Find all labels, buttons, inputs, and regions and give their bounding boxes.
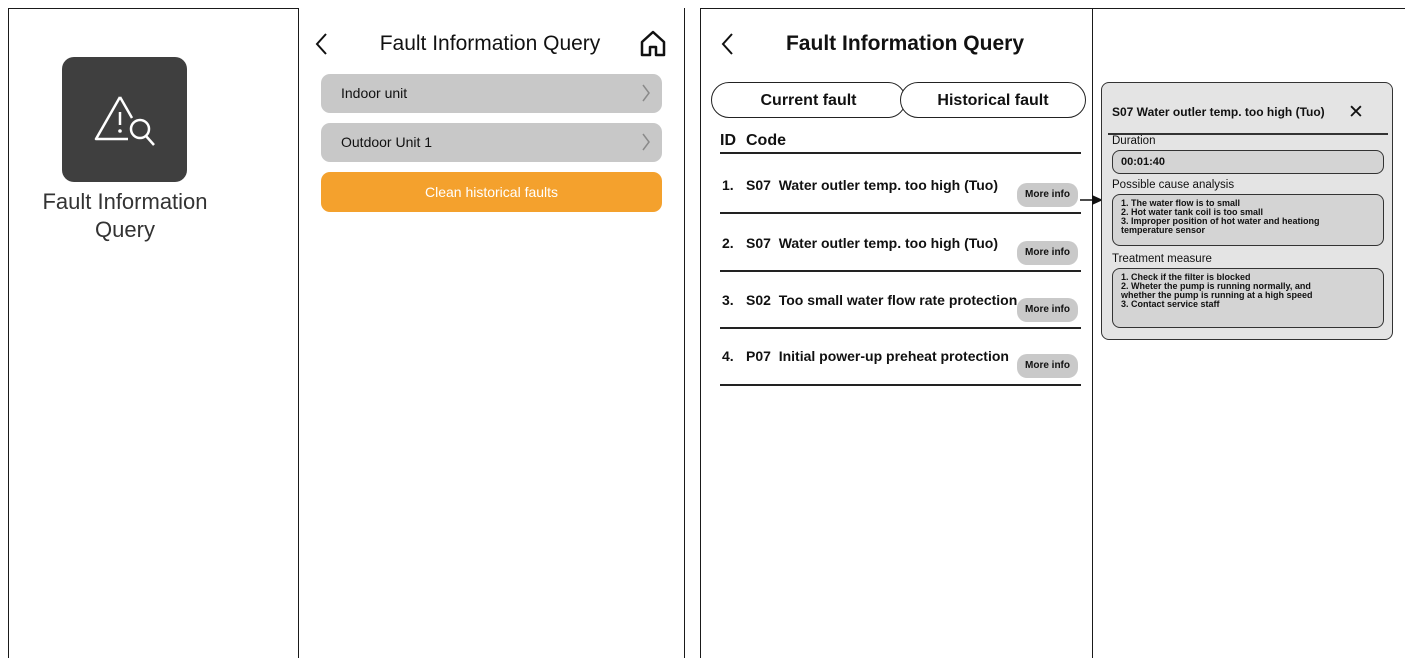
column-header-id: ID [720, 132, 736, 149]
measure-label: Treatment measure [1112, 253, 1212, 265]
measure-line: 3. Contact service staff [1121, 299, 1220, 309]
fault-description: Initial power-up preheat protection [778, 348, 1009, 364]
back-icon[interactable] [718, 30, 738, 58]
more-info-button[interactable]: More info [1017, 354, 1078, 378]
clean-historical-faults-button[interactable]: Clean historical faults [321, 172, 662, 212]
divider [720, 384, 1081, 386]
back-icon[interactable] [312, 30, 332, 58]
popup-title: S07 Water outler temp. too high (Tuo) [1112, 105, 1325, 119]
column-header-code: Code [746, 132, 786, 149]
frame-divider [298, 8, 299, 658]
fault-code: S07 [746, 235, 771, 251]
duration-value-box: 00:01:40 [1112, 150, 1384, 174]
fault-description: Water outler temp. too high (Tuo) [778, 177, 999, 193]
more-info-button[interactable]: More info [1017, 183, 1078, 207]
table-row: 2. S07 Water outler temp. too high (Tuo) [722, 235, 998, 251]
list-item-outdoor-unit[interactable]: Outdoor Unit 1 [321, 123, 662, 162]
measure-box: 1. Check if the filter is blocked 2. Whe… [1112, 268, 1384, 328]
divider [720, 212, 1081, 214]
page-title: Fault Information Query [785, 32, 1024, 55]
fault-code: P07 [746, 348, 771, 364]
frame-divider [700, 8, 701, 658]
fault-description: Too small water flow rate protection [778, 292, 1018, 308]
frame-divider [1092, 8, 1093, 658]
app-label: Fault Information Query [10, 188, 240, 244]
list-item-label: Indoor unit [341, 85, 408, 101]
tab-historical-fault[interactable]: Historical fault [900, 82, 1086, 118]
page-title: Fault Information Query [379, 32, 601, 55]
list-item-label: Outdoor Unit 1 [341, 134, 433, 150]
fault-id: 3. [722, 292, 734, 308]
fault-description: Water outler temp. too high (Tuo) [778, 235, 999, 251]
frame-divider [684, 8, 685, 658]
fault-detail-popup: S07 Water outler temp. too high (Tuo) ✕ … [1101, 82, 1393, 340]
divider [720, 270, 1081, 272]
frame-top [700, 8, 1405, 9]
duration-value: 00:01:40 [1121, 156, 1166, 168]
table-header: ID Code [720, 132, 786, 150]
tab-current-fault[interactable]: Current fault [711, 82, 906, 118]
divider [720, 152, 1081, 154]
table-row: 4. P07 Initial power-up preheat protectio… [722, 348, 1009, 364]
app-label-line2: Query [95, 217, 155, 242]
fault-code: S07 [746, 177, 771, 193]
duration-label: Duration [1112, 135, 1156, 147]
app-label-line1: Fault Information [42, 189, 208, 214]
chevron-right-icon [642, 84, 650, 102]
list-item-indoor-unit[interactable]: Indoor unit [321, 74, 662, 113]
frame-top [8, 8, 298, 9]
fault-code: S02 [746, 292, 771, 308]
frame-divider [8, 8, 9, 658]
home-icon[interactable] [638, 28, 668, 58]
more-info-button[interactable]: More info [1017, 298, 1078, 322]
cause-line: temperature sensor [1121, 225, 1206, 235]
table-row: 3. S02 Too small water flow rate protecti… [722, 292, 1017, 308]
cause-box: 1. The water flow is to small 2. Hot wat… [1112, 194, 1384, 246]
cause-label: Possible cause analysis [1112, 179, 1235, 191]
chevron-right-icon [642, 133, 650, 151]
fault-id: 2. [722, 235, 734, 251]
fault-id: 4. [722, 348, 734, 364]
close-icon[interactable]: ✕ [1348, 103, 1364, 123]
fault-id: 1. [722, 177, 734, 193]
warning-search-icon [94, 96, 155, 146]
fault-query-app-icon[interactable] [62, 57, 187, 182]
table-row: 1. S07 Water outler temp. too high (Tuo) [722, 177, 998, 193]
more-info-button[interactable]: More info [1017, 241, 1078, 265]
divider [720, 327, 1081, 329]
